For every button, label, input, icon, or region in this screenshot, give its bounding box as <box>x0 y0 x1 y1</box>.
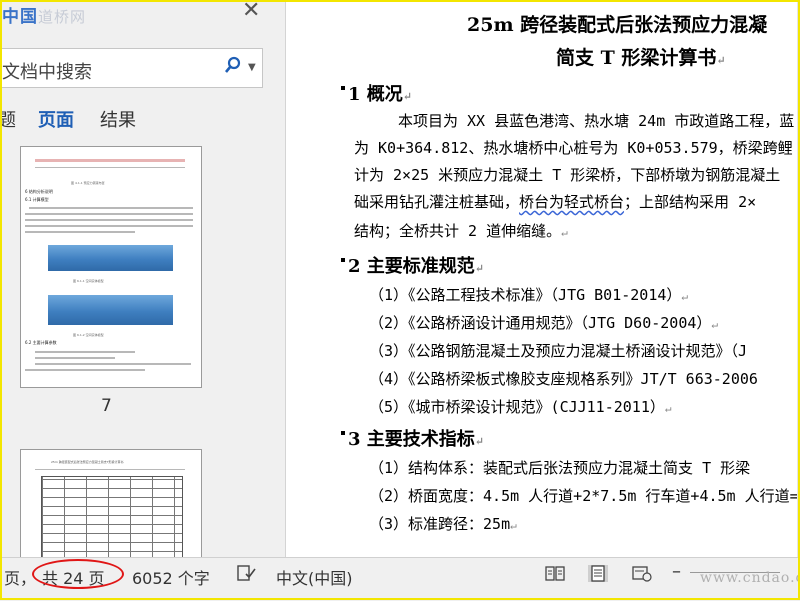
thumb-tendon-drawing <box>35 159 185 162</box>
search-placeholder: 文档中搜索 <box>2 62 92 83</box>
annotation-circle <box>32 559 124 589</box>
thumb-page8-title: 25m 跨径装配式后张法预应力混凝土简支T形梁计算书 <box>51 460 124 464</box>
doc-title-line-1: 25m 跨径装配式后张法预应力混凝 <box>467 14 768 36</box>
tab-results[interactable]: 结果 <box>100 106 136 132</box>
language-label[interactable]: 中文(中国) <box>276 565 353 589</box>
section-1-line-4: 础采用钻孔灌注桩基础，桥台为轻式桥台；上部结构采用 2× <box>354 193 757 211</box>
logo-sub-text: 道桥网 <box>38 8 87 26</box>
proofing-icon[interactable] <box>237 565 257 582</box>
page-number-label: 7 <box>101 396 112 416</box>
web-layout-icon[interactable] <box>632 565 652 582</box>
standard-item-1: （1）《公路工程技术标准》（JTG B01-2014）↵ <box>369 286 689 304</box>
thumb-section-6-1: 6.1 计算模型 <box>25 197 49 202</box>
standard-item-2: （2）《公路桥涵设计通用规范》（JTG D60-2004）↵ <box>369 314 719 332</box>
thumb-fig2-caption: 图 6.1-1 空间实体模型 <box>73 279 104 283</box>
section-1-line-3: 计为 2×25 米预应力混凝土 T 形梁桥，下部桥墩为钢筋混凝土 <box>354 166 781 184</box>
page-thumbnail-7[interactable]: 图 4.1-1 预应力钢束布置 6 结构分析说明 6.1 计算模型 图 6.1-… <box>20 146 202 388</box>
section-1-line-5: 结构；全桥共计 2 道伸缩缝。↵ <box>354 222 568 240</box>
spec-item-3: （3）标准跨径：25m↵ <box>369 515 517 533</box>
tab-headings[interactable]: 题 <box>2 106 16 132</box>
chevron-down-icon[interactable]: ▼ <box>248 62 256 73</box>
close-icon[interactable]: ✕ <box>242 2 260 26</box>
search-box[interactable]: 文档中搜索 ▼ <box>2 48 263 88</box>
site-logo: 中国道桥网 <box>2 2 86 27</box>
document-page: 25m 跨径装配式后张法预应力混凝 简支 T 形梁计算书↵ 1 概况↵ 本项目为… <box>286 2 798 557</box>
section-1-line-2: 为 K0+364.812、热水塘桥中心桩号为 K0+053.579，桥梁跨鲤 <box>354 139 793 157</box>
logo-main-text: 中国 <box>2 7 38 27</box>
thumb-beam-model-2 <box>48 295 173 325</box>
navigation-pane: 中国道桥网 ✕ 文档中搜索 ▼ 题 页面 结果 图 4.1-1 预应力钢束布置 … <box>2 2 286 557</box>
status-bar: 页， 共 24 页 6052 个字 中文(中国) – www.cndao.com <box>0 557 800 601</box>
standard-item-3: （3）《公路钢筋混凝土及预应力混凝土桥涵设计规范》（J <box>369 342 748 360</box>
read-mode-icon[interactable] <box>545 565 565 582</box>
page-position-label: 页， <box>4 569 37 588</box>
zoom-out-icon[interactable]: – <box>672 561 681 582</box>
thumb-table <box>41 476 183 557</box>
spec-item-2: （2）桥面宽度：4.5m 人行道+2*7.5m 行车道+4.5m 人行道= <box>369 487 798 505</box>
word-count-label[interactable]: 6052 个字 <box>132 565 210 589</box>
section-heading-2: 2 主要标准规范↵ <box>341 252 484 278</box>
thumb-section-6: 6 结构分析说明 <box>25 189 53 194</box>
thumb-fig1-caption: 图 4.1-1 预应力钢束布置 <box>71 181 105 185</box>
thumb-section-6-2: 6.2 主要计算参数 <box>25 340 57 345</box>
watermark-text: www.cndao.com <box>700 570 800 586</box>
spec-item-1: （1）结构体系：装配式后张法预应力混凝土简支 T 形梁 <box>369 459 751 477</box>
page-thumbnails: 图 4.1-1 预应力钢束布置 6 结构分析说明 6.1 计算模型 图 6.1-… <box>2 142 285 557</box>
standard-item-4: （4）《公路桥梁板式橡胶支座规格系列》JT/T 663-2006 <box>369 370 758 388</box>
doc-title-line-2: 简支 T 形梁计算书↵ <box>556 47 726 69</box>
thumb-fig3-caption: 图 6.1-2 空间实体模型 <box>73 333 104 337</box>
print-layout-icon[interactable] <box>588 565 608 582</box>
tab-pages[interactable]: 页面 <box>38 106 74 132</box>
page-thumbnail-8[interactable]: 25m 跨径装配式后张法预应力混凝土简支T形梁计算书 <box>20 449 202 557</box>
section-1-line-1: 本项目为 XX 县蓝色港湾、热水塘 24m 市政道路工程，蓝 <box>398 112 795 130</box>
section-heading-1: 1 概况↵ <box>341 80 412 106</box>
section-heading-3: 3 主要技术指标↵ <box>341 425 484 451</box>
search-icon[interactable] <box>224 56 242 78</box>
standard-item-5: （5）《城市桥梁设计规范》(CJJ11-2011）↵ <box>369 398 672 416</box>
thumb-beam-model-1 <box>48 245 173 271</box>
